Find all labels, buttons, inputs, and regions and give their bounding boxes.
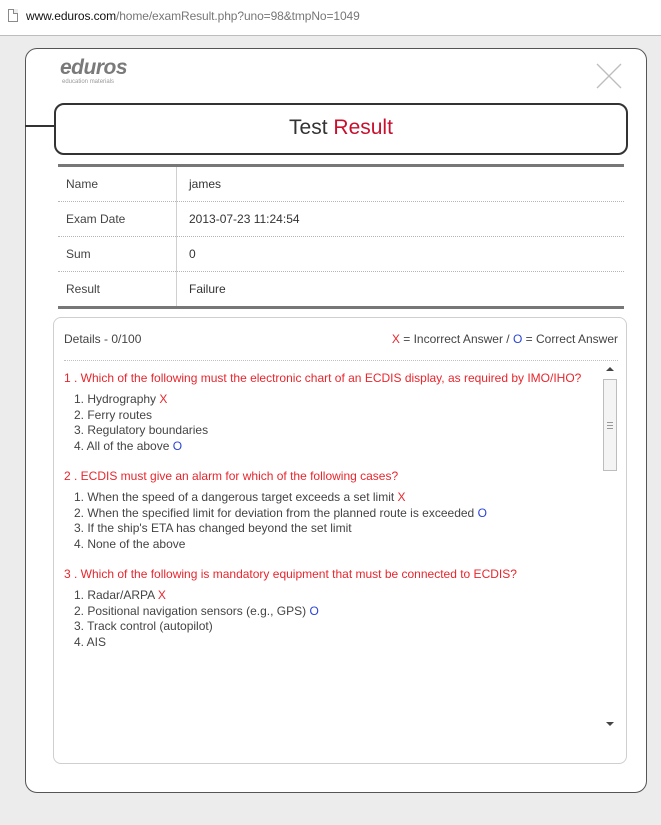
info-label: Result [58, 271, 177, 308]
title-leader-line [25, 125, 55, 127]
answer-option: 4. AIS [74, 635, 599, 651]
legend-o: O [512, 332, 523, 346]
answer-option-text: 3. Track control (autopilot) [74, 619, 213, 633]
answer-option-text: 2. When the specified limit for deviatio… [74, 505, 475, 520]
question-item: 1 . Which of the following must the elec… [64, 370, 599, 454]
incorrect-mark: X [157, 588, 166, 602]
close-icon[interactable] [594, 61, 624, 91]
title-prefix: Test [289, 116, 328, 139]
correct-mark: O [309, 603, 319, 618]
question-text: 2 . ECDIS must give an alarm for which o… [64, 469, 399, 483]
legend-o-text: = Correct Answer [522, 332, 618, 346]
page-icon [8, 9, 18, 22]
result-popup: eduros education materials Test Result N… [25, 48, 647, 793]
info-value: 2013-07-23 11:24:54 [176, 201, 624, 237]
answer-option: 4. None of the above [74, 537, 599, 553]
answer-option-text: 1. Radar/ARPA [74, 588, 155, 602]
question-text: 3 . Which of the following is mandatory … [64, 567, 517, 581]
incorrect-mark: X [159, 392, 168, 406]
answer-option: 4. All of the above O [74, 439, 599, 455]
question-item: 2 . ECDIS must give an alarm for which o… [64, 468, 599, 552]
answer-option: 3. Track control (autopilot) [74, 619, 599, 635]
answer-option-text: 3. If the ship's ETA has changed beyond … [74, 521, 352, 535]
answer-option-text: 4. AIS [74, 634, 107, 649]
answer-legend: X = Incorrect Answer / O = Correct Answe… [392, 332, 618, 346]
answer-option: 3. Regulatory boundaries [74, 423, 599, 439]
details-header: Details - 0/100 X = Incorrect Answer / O… [64, 332, 618, 361]
info-value: Failure [189, 282, 226, 296]
info-value: 0 [176, 236, 624, 272]
scroll-grip-icon [607, 422, 613, 429]
page-title: Test Result [54, 103, 628, 155]
info-label: Sum [58, 236, 177, 272]
answer-option-text: 4. None of the above [74, 536, 186, 551]
answer-option: 3. If the ship's ETA has changed beyond … [74, 521, 599, 537]
scroll-up-arrow-icon[interactable] [606, 367, 614, 371]
answer-option-text: 1. Hydrography [74, 392, 157, 406]
question-list[interactable]: 1 . Which of the following must the elec… [64, 370, 599, 730]
details-score: Details - 0/100 [64, 332, 142, 346]
legend-x: X [391, 332, 400, 346]
url-path: /home/examResult.php?uno=98&tmpNo=1049 [115, 9, 360, 23]
question-text: 1 . Which of the following must the elec… [64, 371, 582, 385]
info-row: Result Failure [58, 271, 624, 308]
correct-mark: O [172, 438, 183, 453]
scroll-thumb[interactable] [603, 379, 617, 471]
details-panel: Details - 0/100 X = Incorrect Answer / O… [53, 317, 627, 764]
correct-mark: O [477, 505, 487, 520]
scrollbar[interactable] [602, 363, 618, 730]
question-item: 3 . Which of the following is mandatory … [64, 566, 599, 650]
answer-option-text: 2. Positional navigation sensors (e.g., … [74, 603, 307, 618]
answer-option-text: 1. When the speed of a dangerous target … [74, 490, 395, 504]
scroll-down-arrow-icon[interactable] [606, 722, 614, 726]
url-host: www.eduros.com [26, 9, 116, 23]
answer-option-text: 3. Regulatory boundaries [74, 423, 209, 437]
url-text[interactable]: www.eduros.com/home/examResult.php?uno=9… [26, 9, 360, 23]
answer-option-text: 4. All of the above [74, 438, 170, 453]
info-row: Name james [58, 165, 624, 202]
info-label: Exam Date [58, 201, 177, 237]
answer-option: 2. When the specified limit for deviatio… [74, 506, 599, 522]
logo-brand: eduros [60, 56, 128, 79]
legend-x-text: = Incorrect Answer / [399, 332, 513, 346]
title-accent: Result [333, 116, 393, 139]
answer-option-text: 2. Ferry routes [74, 407, 153, 422]
logo: eduros education materials [60, 56, 128, 86]
incorrect-mark: X [397, 490, 406, 504]
info-row: Sum 0 [58, 236, 624, 272]
result-info-table: Name james Exam Date 2013-07-23 11:24:54 Sum… [58, 164, 624, 309]
logo-tagline: education materials [62, 79, 115, 85]
answer-option: 1. When the speed of a dangerous target … [74, 490, 599, 506]
answer-option: 1. Hydrography X [74, 392, 599, 408]
answer-option: 1. Radar/ARPA X [74, 588, 599, 604]
answer-option: 2. Ferry routes [74, 408, 599, 424]
info-row: Exam Date 2013-07-23 11:24:54 [58, 201, 624, 237]
address-bar[interactable]: www.eduros.com/home/examResult.php?uno=9… [0, 0, 661, 36]
info-value: james [176, 165, 624, 202]
info-label: Name [58, 165, 177, 202]
answer-option: 2. Positional navigation sensors (e.g., … [74, 604, 599, 620]
